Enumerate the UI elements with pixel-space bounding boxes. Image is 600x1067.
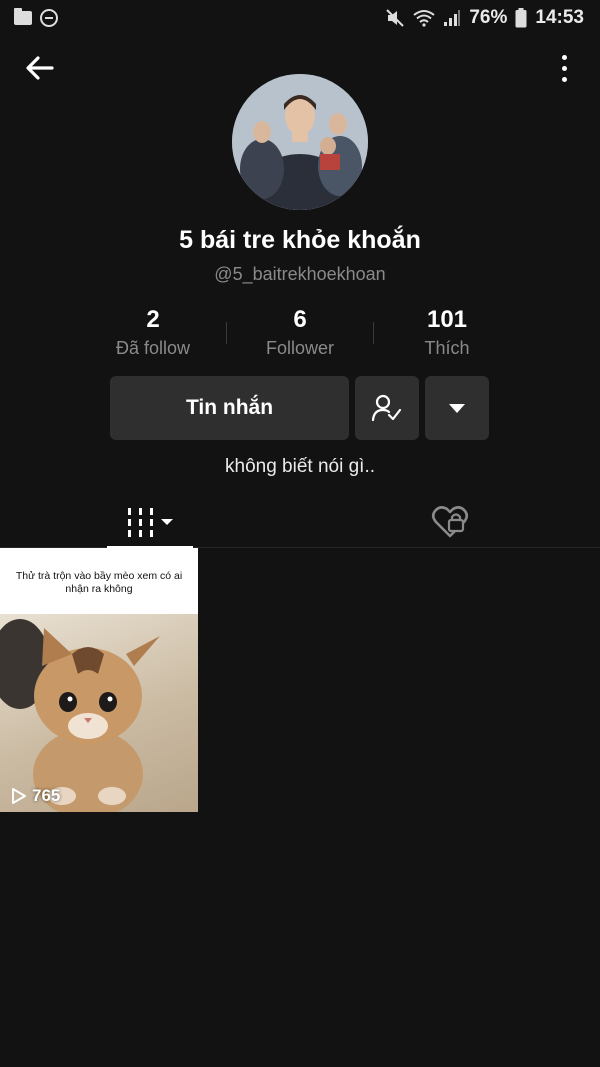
grid-icon [127, 507, 153, 537]
status-right: 76% 14:53 [385, 7, 584, 29]
stat-likes-value: 101 [426, 306, 468, 333]
stats-row: 2 Đã follow 6 Follower 101 Thích [80, 306, 520, 362]
bio: không biết nói gì.. [225, 456, 375, 477]
kitten-image [0, 619, 160, 812]
stat-likes-label: Thích [424, 338, 470, 358]
signal-icon [444, 10, 461, 26]
video-thumbnail [0, 614, 198, 812]
username: @5_baitrekhoekhoan [214, 264, 386, 284]
back-arrow-icon [26, 56, 54, 80]
stat-following[interactable]: 2 Đã follow [80, 306, 226, 362]
video-tile[interactable]: Thử trà trộn vào bầy mèo xem có ai nhận … [0, 548, 198, 812]
play-icon [12, 788, 26, 804]
stat-following-value: 2 [146, 306, 160, 333]
stat-followers-label: Follower [265, 338, 335, 358]
back-button[interactable] [22, 50, 58, 86]
status-left [14, 8, 58, 27]
tab-videos[interactable] [107, 496, 193, 549]
clock: 14:53 [535, 7, 584, 28]
play-count: 765 [10, 786, 60, 806]
battery-percent: 76% [469, 7, 508, 28]
stat-likes[interactable]: 101 Thích [374, 306, 520, 362]
message-button[interactable]: Tin nhắn [110, 376, 349, 440]
liked-heart-icon [431, 506, 469, 538]
content-tabs [0, 496, 600, 549]
suggested-accounts-button[interactable] [425, 376, 489, 440]
avatar[interactable] [232, 74, 368, 210]
stat-following-label: Đã follow [115, 338, 191, 358]
do-not-disturb-icon [40, 9, 58, 27]
view-count: 765 [32, 786, 61, 805]
following-status-button[interactable] [355, 376, 419, 440]
chevron-down-icon [449, 403, 465, 413]
more-vertical-icon [561, 54, 567, 60]
wifi-icon [413, 10, 435, 27]
tab-liked[interactable] [430, 504, 470, 540]
display-name: 5 bái tre khỏe khoắn [179, 226, 421, 254]
mute-icon [386, 9, 405, 27]
video-caption: Thử trà trộn vào bầy mèo xem có ai nhận … [0, 548, 198, 614]
status-bar: 76% 14:53 [0, 0, 600, 36]
avatar-photo [232, 74, 368, 210]
folder-icon [14, 8, 32, 25]
stat-followers[interactable]: 6 Follower [227, 306, 373, 362]
more-options-button[interactable] [556, 50, 572, 86]
person-check-icon [372, 394, 402, 422]
chevron-down-icon [160, 519, 173, 525]
stat-followers-value: 6 [293, 306, 307, 333]
battery-icon [515, 8, 527, 28]
